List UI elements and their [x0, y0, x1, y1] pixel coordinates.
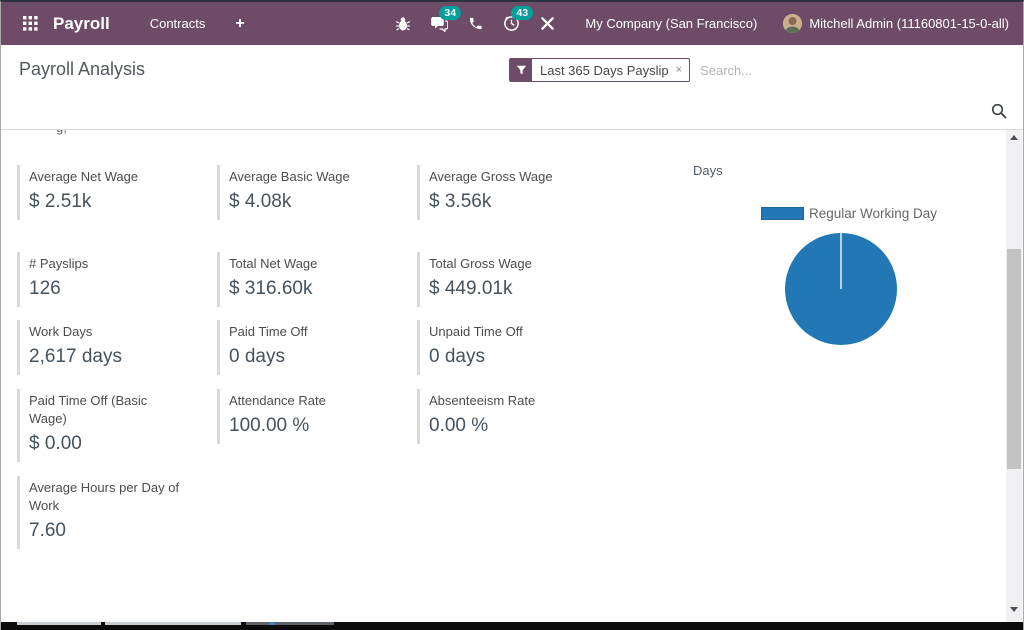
user-avatar	[783, 14, 802, 33]
facet-label: Last 365 Days Payslip	[532, 59, 675, 81]
vertical-scrollbar[interactable]	[1006, 130, 1022, 624]
facet-remove-icon[interactable]: ×	[675, 59, 689, 81]
scroll-up-arrow[interactable]	[1006, 130, 1022, 144]
scrollbar-thumb[interactable]	[1007, 249, 1021, 469]
kpi-absenteeism-rate[interactable]: Absenteeism Rate 0.00 %	[417, 389, 605, 444]
dashboard-content: g, Average Net Wage $ 2.51k Average Basi…	[1, 130, 1008, 624]
scroll-down-arrow[interactable]	[1006, 602, 1022, 616]
top-navbar: Payroll Contracts + 34	[1, 2, 1023, 45]
days-chart-section: Days Regular Working Day	[657, 130, 1007, 550]
search-input[interactable]	[700, 63, 930, 78]
legend-swatch	[761, 207, 804, 220]
kpi-total-net-wage[interactable]: Total Net Wage $ 316.60k	[217, 252, 405, 307]
activities-button[interactable]: 43	[495, 8, 527, 40]
kpi-paid-time-off-basic-wage[interactable]: Paid Time Off (Basic Wage) $ 0.00	[17, 389, 205, 462]
kpi-unpaid-time-off[interactable]: Unpaid Time Off 0 days	[417, 320, 605, 375]
debug-bug-icon[interactable]	[387, 8, 419, 40]
control-panel: Payroll Analysis Last 365 Days Payslip ×	[1, 45, 1023, 130]
grid-icon	[23, 16, 38, 31]
search-magnifier-icon[interactable]	[991, 103, 1007, 124]
user-name: Mitchell Admin (11160801-15-0-all)	[809, 16, 1009, 31]
kpi-average-net-wage[interactable]: Average Net Wage $ 2.51k	[17, 165, 205, 220]
tools-button[interactable]	[531, 8, 563, 40]
phone-icon	[468, 16, 483, 31]
plus-menu-button[interactable]: +	[219, 15, 260, 33]
search-bar: Last 365 Days Payslip ×	[509, 58, 930, 82]
bug-icon	[395, 16, 411, 32]
kpi-attendance-rate[interactable]: Attendance Rate 100.00 %	[217, 389, 405, 444]
company-switcher[interactable]: My Company (San Francisco)	[585, 16, 757, 31]
kpi-payslips-count[interactable]: # Payslips 126	[17, 252, 205, 307]
messages-count-badge: 34	[439, 6, 461, 20]
search-facet-chip[interactable]: Last 365 Days Payslip ×	[509, 58, 690, 82]
app-name[interactable]: Payroll	[53, 14, 110, 34]
messages-button[interactable]: 34	[423, 8, 455, 40]
tools-cross-icon	[540, 16, 555, 31]
filter-funnel-icon	[510, 59, 532, 81]
chart-title: Days	[693, 163, 723, 178]
kpi-average-basic-wage[interactable]: Average Basic Wage $ 4.08k	[217, 165, 405, 220]
voip-phone-button[interactable]	[459, 8, 491, 40]
kpi-total-gross-wage[interactable]: Total Gross Wage $ 449.01k	[417, 252, 605, 307]
kpi-work-days[interactable]: Work Days 2,617 days	[17, 320, 205, 375]
pie-chart[interactable]	[784, 232, 898, 346]
activities-count-badge: 43	[511, 6, 533, 20]
user-menu[interactable]: Mitchell Admin (11160801-15-0-all)	[783, 14, 1009, 33]
app-window: Payroll Contracts + 34	[0, 0, 1024, 630]
kpi-paid-time-off[interactable]: Paid Time Off 0 days	[217, 320, 405, 375]
apps-menu-icon[interactable]	[15, 9, 45, 39]
scrolled-clipped-text: g,	[56, 130, 67, 137]
bottom-edge-strip	[1, 622, 1023, 630]
legend-item[interactable]: Regular Working Day	[761, 206, 937, 221]
menu-contracts[interactable]: Contracts	[136, 16, 220, 31]
kpi-average-gross-wage[interactable]: Average Gross Wage $ 3.56k	[417, 165, 605, 220]
legend-label: Regular Working Day	[809, 206, 937, 221]
page-title: Payroll Analysis	[19, 59, 145, 80]
kpi-average-hours-per-day[interactable]: Average Hours per Day of Work 7.60	[17, 476, 205, 549]
